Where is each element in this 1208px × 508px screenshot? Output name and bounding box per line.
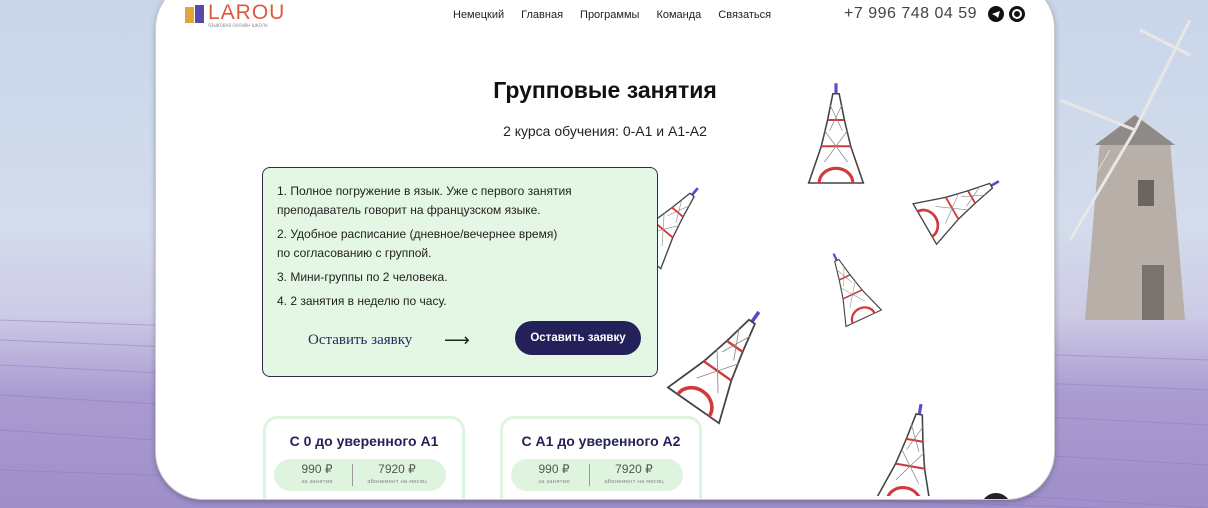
- vk-icon[interactable]: [1009, 6, 1025, 22]
- feature-item: 2. Удобное расписание (дневное/вечернее …: [277, 227, 558, 260]
- phone-number[interactable]: +7 996 748 04 59: [844, 5, 977, 23]
- apply-link[interactable]: Оставить заявку: [308, 332, 412, 349]
- price-lesson-value: 990 ₽: [538, 462, 570, 476]
- price-month-label: абонемент на месяц: [604, 479, 664, 485]
- course-title: С 0 до уверенного А1: [289, 433, 439, 449]
- price-month-label: абонемент на месяц: [367, 479, 427, 485]
- brand-tagline: ЯЗЫКОВАЯ ОНЛАЙН ШКОЛА: [208, 23, 268, 28]
- telegram-icon[interactable]: [988, 6, 1004, 22]
- price-lesson: 990 ₽ за занятие: [274, 462, 360, 485]
- price-month: 7920 ₽ абонемент на месяц: [354, 462, 440, 485]
- course-card-a1[interactable]: С 0 до уверенного А1 990 ₽ за занятие 79…: [263, 416, 465, 499]
- nav-item-programs[interactable]: Программы: [580, 9, 639, 21]
- course-card-a2[interactable]: С А1 до уверенного А2 990 ₽ за занятие 7…: [500, 416, 702, 499]
- apply-button[interactable]: Оставить заявку: [515, 321, 641, 355]
- feature-item: 4. 2 занятия в неделю по часу.: [277, 294, 447, 308]
- book-logo-icon: [185, 5, 204, 23]
- price-lesson-value: 990 ₽: [301, 462, 333, 476]
- price-month-value: 7920 ₽: [615, 462, 653, 476]
- nav-item-contact[interactable]: Связаться: [718, 9, 771, 21]
- features-list: 1. Полное погружение в язык. Уже с перво…: [277, 182, 572, 316]
- top-nav: Немецкий Главная Программы Команда Связа…: [453, 9, 771, 21]
- feature-item: 1. Полное погружение в язык. Уже с перво…: [277, 184, 572, 217]
- feature-item: 3. Мини-группы по 2 человека.: [277, 270, 448, 284]
- price-lesson-label: за занятие: [301, 479, 333, 485]
- price-month-value: 7920 ₽: [378, 462, 416, 476]
- price-pill: 990 ₽ за занятие 7920 ₽ абонемент на мес…: [274, 459, 446, 491]
- features-box: 1. Полное погружение в язык. Уже с перво…: [262, 167, 658, 377]
- nav-item-home[interactable]: Главная: [521, 9, 563, 21]
- course-title: С А1 до уверенного А2: [521, 433, 681, 449]
- price-divider: [352, 464, 353, 486]
- price-divider: [589, 464, 590, 486]
- price-lesson-label: за занятие: [538, 479, 570, 485]
- brand-name: LAROU: [208, 1, 286, 24]
- price-month: 7920 ₽ абонемент на месяц: [591, 462, 677, 485]
- arrow-right-icon: ⟶: [444, 330, 470, 351]
- price-lesson: 990 ₽ за занятие: [511, 462, 597, 485]
- eiffel-tower-decorations: [646, 81, 1012, 496]
- windmill-image: [1049, 20, 1192, 320]
- nav-item-german[interactable]: Немецкий: [453, 9, 504, 21]
- nav-item-team[interactable]: Команда: [656, 9, 701, 21]
- main-card: LAROU ЯЗЫКОВАЯ ОНЛАЙН ШКОЛА Немецкий Гла…: [155, 0, 1055, 500]
- price-pill: 990 ₽ за занятие 7920 ₽ абонемент на мес…: [511, 459, 683, 491]
